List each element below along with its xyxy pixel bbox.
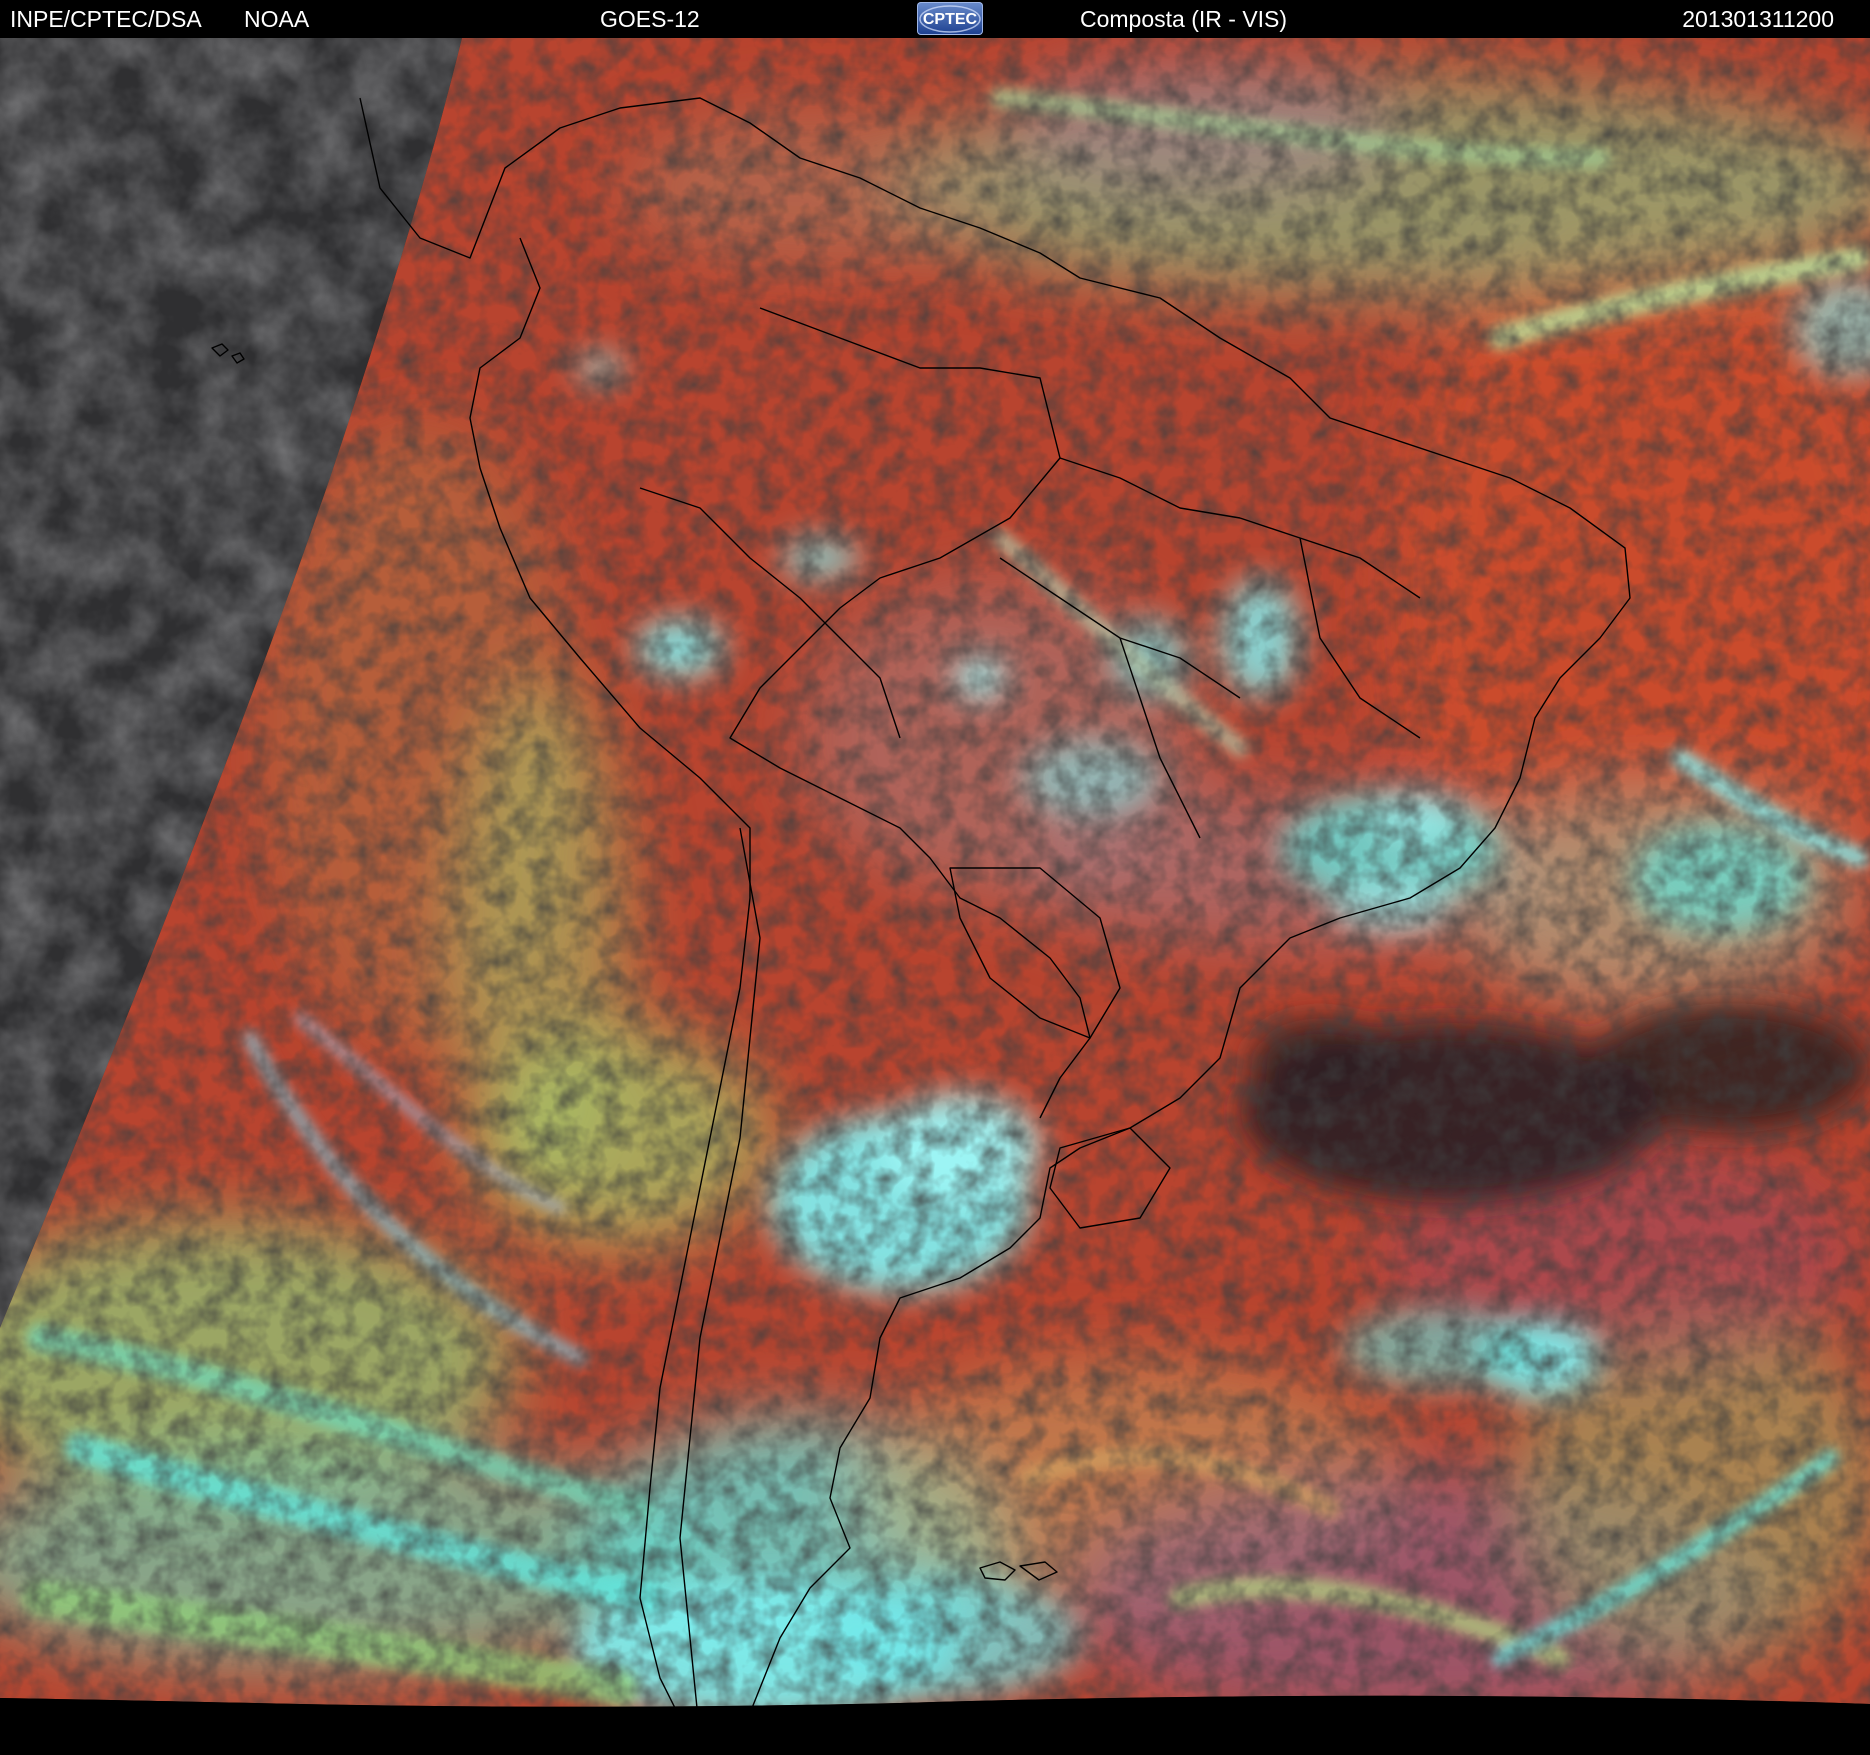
product-label: Composta (IR - VIS) [1080,6,1288,32]
timestamp-label: 201301311200 [1682,6,1834,32]
satellite-composite [0,38,1870,1750]
header-bar: INPE/CPTEC/DSA NOAA GOES-12 CPTEC Compos… [0,0,1870,38]
satellite-label: GOES-12 [600,6,700,32]
cptec-logo: CPTEC [917,2,983,35]
source-label: INPE/CPTEC/DSA [10,6,202,32]
svg-text:CPTEC: CPTEC [923,11,978,28]
satellite-image [0,38,1870,1750]
agency-label: NOAA [244,6,310,32]
